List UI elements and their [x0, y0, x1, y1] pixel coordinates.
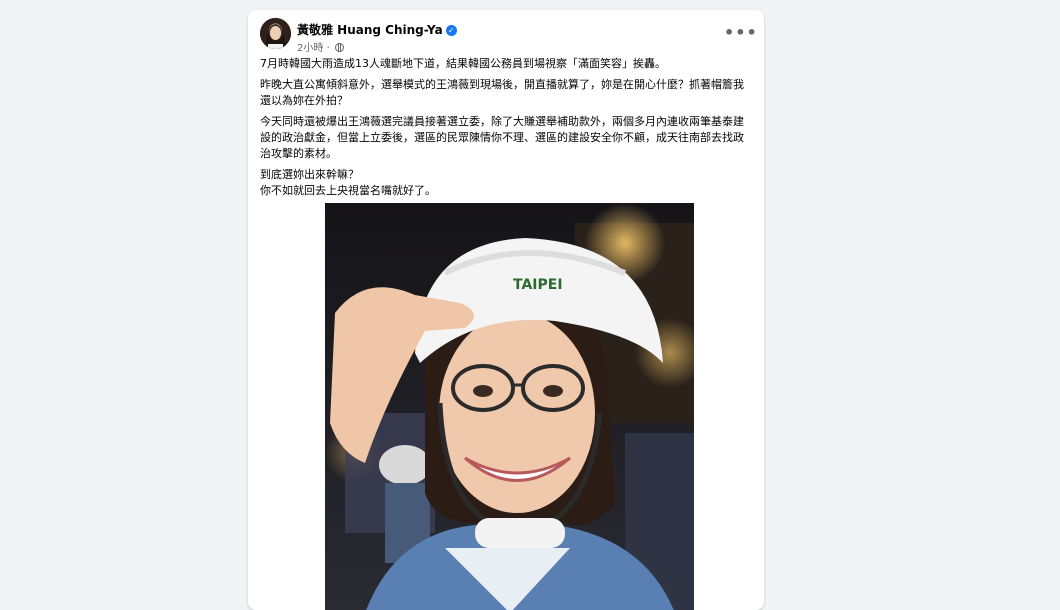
author-name-text[interactable]: 黃敬雅 Huang Ching-Ya	[297, 23, 443, 37]
author-avatar[interactable]	[260, 18, 291, 49]
post-paragraph: 你不如就回去上央視當名嘴就好了。	[260, 184, 436, 197]
post-paragraph: 到底選妳出來幹嘛？	[260, 168, 359, 181]
photo-image: TAIPEI	[325, 203, 694, 610]
helmet-logo-text: TAIPEI	[513, 277, 563, 293]
post-paragraph: 昨晚大直公寓傾斜意外，選舉模式的王鴻薇到現場後，開直播就算了，妳是在開心什麼？抓…	[260, 78, 744, 107]
author-name[interactable]: 黃敬雅 Huang Ching-Ya ✓	[297, 21, 457, 38]
separator-dot: ·	[326, 43, 330, 54]
post-body: 7月時韓國大雨造成13人魂斷地下道，結果韓國公務員到場視察「滿面笑容」挨轟。 昨…	[260, 56, 752, 204]
more-options-icon[interactable]: •••	[724, 24, 757, 46]
verified-badge-icon: ✓	[445, 25, 457, 36]
post-timestamp[interactable]: 2小時	[297, 43, 323, 54]
post-paragraph: 7月時韓國大雨造成13人魂斷地下道，結果韓國公務員到場視察「滿面笑容」挨轟。	[260, 57, 666, 70]
post-meta: 2小時 ·	[297, 39, 344, 54]
globe-icon[interactable]	[334, 43, 344, 52]
post-header: 黃敬雅 Huang Ching-Ya ✓ 2小時 · •••	[260, 18, 757, 58]
avatar-image	[260, 18, 291, 49]
post-photo[interactable]: TAIPEI	[325, 203, 694, 610]
post-paragraph: 今天同時還被爆出王鴻薇選完議員接著選立委，除了大賺選舉補助款外，兩個多月內連收兩…	[260, 115, 744, 160]
post-card: 黃敬雅 Huang Ching-Ya ✓ 2小時 · ••• 7月時韓國大雨造成1…	[248, 10, 764, 610]
